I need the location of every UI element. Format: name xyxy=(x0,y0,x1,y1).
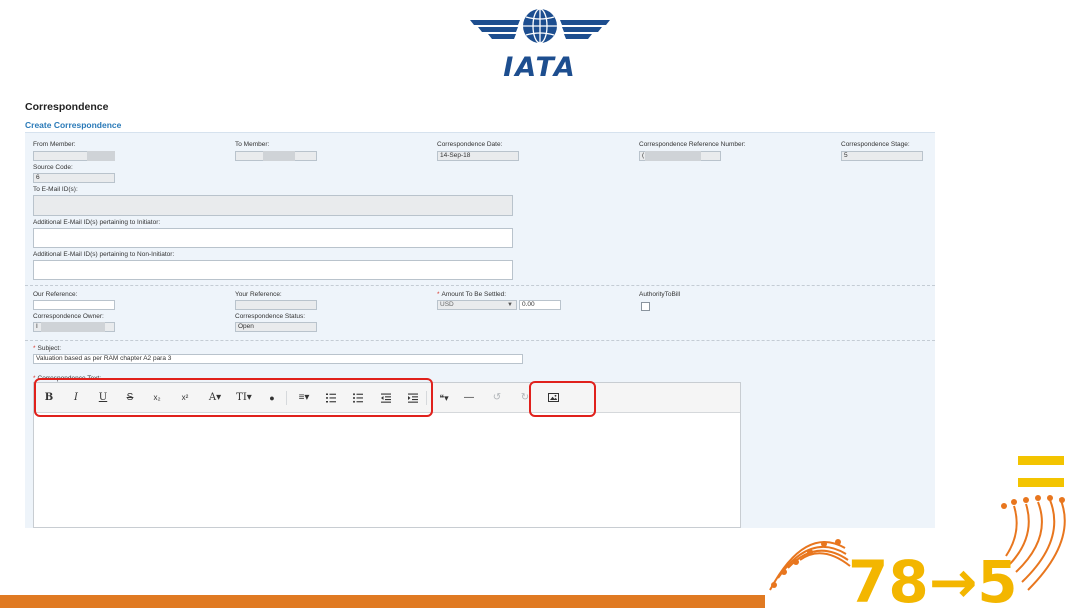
divider xyxy=(25,285,935,286)
horizontal-rule-button[interactable]: — xyxy=(461,390,477,406)
redacted-mask xyxy=(41,322,105,332)
from-member-label: From Member: xyxy=(33,141,76,148)
owner-label: Correspondence Owner: xyxy=(33,313,104,320)
undo-button[interactable]: ↺ xyxy=(489,390,505,406)
subject-label: * Subject: xyxy=(33,345,62,352)
redacted-mask xyxy=(645,151,701,161)
redacted-mask xyxy=(263,151,295,161)
our-reference-label: Our Reference: xyxy=(33,291,78,298)
page-title: Correspondence xyxy=(25,101,109,113)
subject-input[interactable]: Valuation based as per RAM chapter A2 pa… xyxy=(33,354,523,364)
your-reference-field xyxy=(235,300,317,310)
authority-to-bill-checkbox[interactable] xyxy=(641,302,650,311)
insert-image-highlight xyxy=(529,381,596,417)
globe-wings-icon xyxy=(470,8,610,44)
to-email-label: To E-Mail ID(s): xyxy=(33,186,78,193)
logo-text: IATA xyxy=(503,52,577,83)
editor-content-area[interactable] xyxy=(34,414,740,527)
correspondence-stage-field: 5 xyxy=(841,151,923,161)
status-label: Correspondence Status: xyxy=(235,313,306,320)
your-reference-label: Your Reference: xyxy=(235,291,282,298)
redacted-mask xyxy=(87,151,115,161)
section-title: Create Correspondence xyxy=(25,120,122,130)
source-code-label: Source Code: xyxy=(33,164,73,171)
to-member-label: To Member: xyxy=(235,141,270,148)
source-code-field: 6 xyxy=(33,173,115,183)
amount-input[interactable]: 0.00 xyxy=(519,300,561,310)
to-email-field xyxy=(33,195,513,216)
reference-number-label: Correspondence Reference Number: xyxy=(639,141,746,148)
our-reference-input[interactable] xyxy=(33,300,115,310)
correspondence-stage-label: Correspondence Stage: xyxy=(841,141,910,148)
status-field: Open xyxy=(235,322,317,332)
correspondence-date-field: 14-Sep-18 xyxy=(437,151,519,161)
divider xyxy=(25,340,935,341)
amount-label: * Amount To Be Settled: xyxy=(437,291,507,298)
authority-to-bill-label: AuthorityToBill xyxy=(639,291,681,298)
chevron-down-icon: ▼ xyxy=(507,302,513,308)
orange-footer-bar xyxy=(0,595,765,608)
fan-decoration: 78→5 xyxy=(769,456,1066,608)
currency-value: USD xyxy=(440,301,454,308)
formatting-toolbar-highlight xyxy=(34,378,433,417)
additional-non-initiator-label: Additional E-Mail ID(s) pertaining to No… xyxy=(33,251,175,258)
currency-select[interactable]: USD ▼ xyxy=(437,300,517,310)
decoration-text: 78→5 xyxy=(848,548,1018,608)
correspondence-date-label: Correspondence Date: xyxy=(437,141,503,148)
blockquote-button[interactable]: ❝▾ xyxy=(432,390,456,406)
additional-initiator-input[interactable] xyxy=(33,228,513,248)
iata-logo: IATA xyxy=(462,6,618,83)
additional-non-initiator-input[interactable] xyxy=(33,260,513,280)
additional-initiator-label: Additional E-Mail ID(s) pertaining to In… xyxy=(33,219,161,226)
